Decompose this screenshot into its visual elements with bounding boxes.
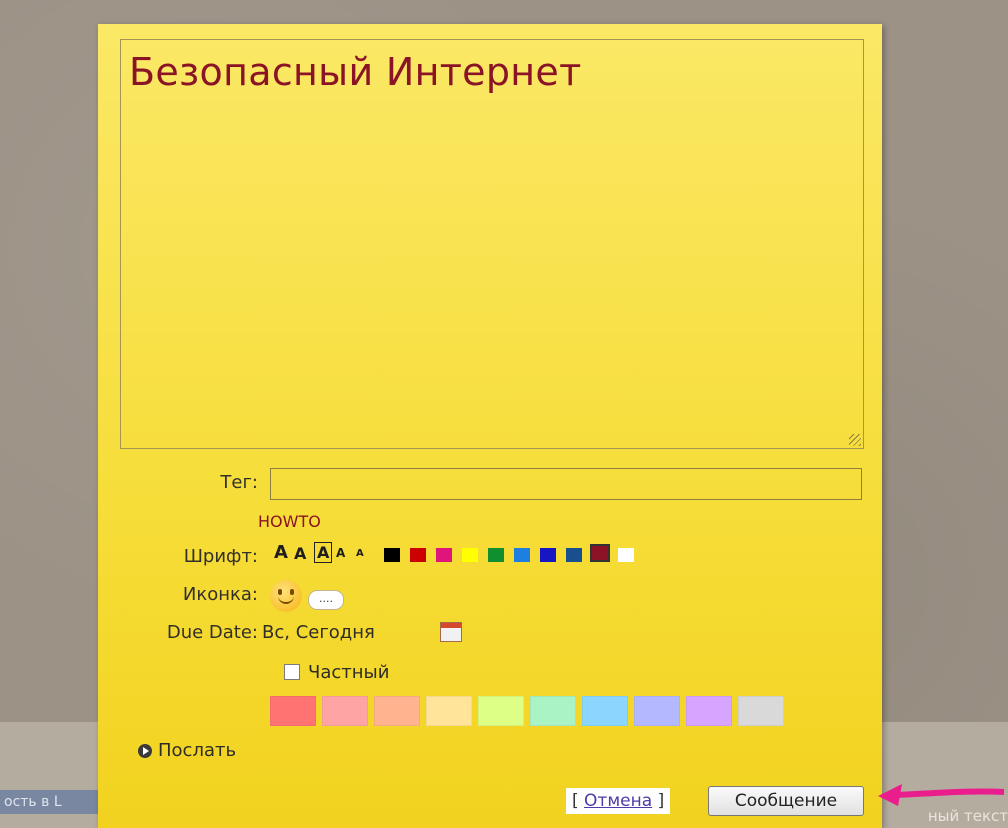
tag-label: Тег: [220, 472, 258, 493]
sticky-note: Безопасный Интернет Тег: HOWTO Шрифт: A … [98, 24, 882, 828]
note-color-swatch[interactable] [426, 696, 472, 726]
font-color-swatch-selected[interactable] [590, 544, 610, 562]
smile-icon[interactable] [270, 580, 302, 612]
font-size-option[interactable]: A [294, 544, 306, 563]
tag-suggestion-link[interactable]: HOWTO [258, 512, 321, 531]
font-size-option[interactable]: A [336, 546, 345, 560]
expand-arrow-icon[interactable] [138, 744, 152, 758]
pink-arrow-icon [878, 784, 1004, 806]
note-color-swatch[interactable] [478, 696, 524, 726]
cancel-link[interactable]: Отмена [584, 791, 652, 811]
cancel-group: [ Отмена ] [566, 788, 671, 814]
font-size-option[interactable]: A [356, 548, 364, 559]
font-color-swatch[interactable] [618, 548, 634, 562]
private-checkbox[interactable] [284, 664, 300, 680]
background-right-text: ный текст [927, 807, 1008, 825]
note-color-swatch[interactable] [686, 696, 732, 726]
note-color-swatch[interactable] [738, 696, 784, 726]
send-toggle[interactable]: Послать [158, 740, 236, 761]
font-color-swatch[interactable] [410, 548, 426, 562]
font-color-swatch[interactable] [540, 548, 556, 562]
note-color-swatch[interactable] [582, 696, 628, 726]
due-date-label: Due Date: [166, 622, 258, 643]
note-color-swatch[interactable] [530, 696, 576, 726]
resize-grip-icon[interactable] [849, 434, 861, 446]
note-textarea[interactable]: Безопасный Интернет [120, 39, 864, 449]
cancel-close-bracket: ] [657, 791, 665, 811]
calendar-icon[interactable] [440, 622, 462, 642]
font-label: Шрифт: [183, 546, 258, 567]
font-color-swatch[interactable] [488, 548, 504, 562]
note-title: Безопасный Интернет [129, 50, 582, 94]
font-color-swatch[interactable] [566, 548, 582, 562]
font-color-swatch[interactable] [462, 548, 478, 562]
private-label: Частный [308, 662, 390, 683]
note-color-swatch[interactable] [634, 696, 680, 726]
note-color-swatch[interactable] [270, 696, 316, 726]
submit-button[interactable]: Сообщение [708, 786, 864, 816]
font-color-swatch[interactable] [384, 548, 400, 562]
due-date-value: Вс, Сегодня [262, 622, 375, 643]
font-size-option[interactable]: A [274, 542, 288, 563]
cancel-open-bracket: [ [572, 791, 579, 811]
tag-input[interactable] [270, 468, 862, 500]
font-color-swatch[interactable] [514, 548, 530, 562]
note-color-swatch[interactable] [322, 696, 368, 726]
font-color-swatch[interactable] [436, 548, 452, 562]
background-left-text: ость в L [0, 790, 102, 814]
font-size-selected[interactable]: A [314, 542, 333, 563]
icon-label: Иконка: [182, 584, 258, 605]
note-color-swatch[interactable] [374, 696, 420, 726]
more-icons-button[interactable]: .... [308, 590, 344, 610]
